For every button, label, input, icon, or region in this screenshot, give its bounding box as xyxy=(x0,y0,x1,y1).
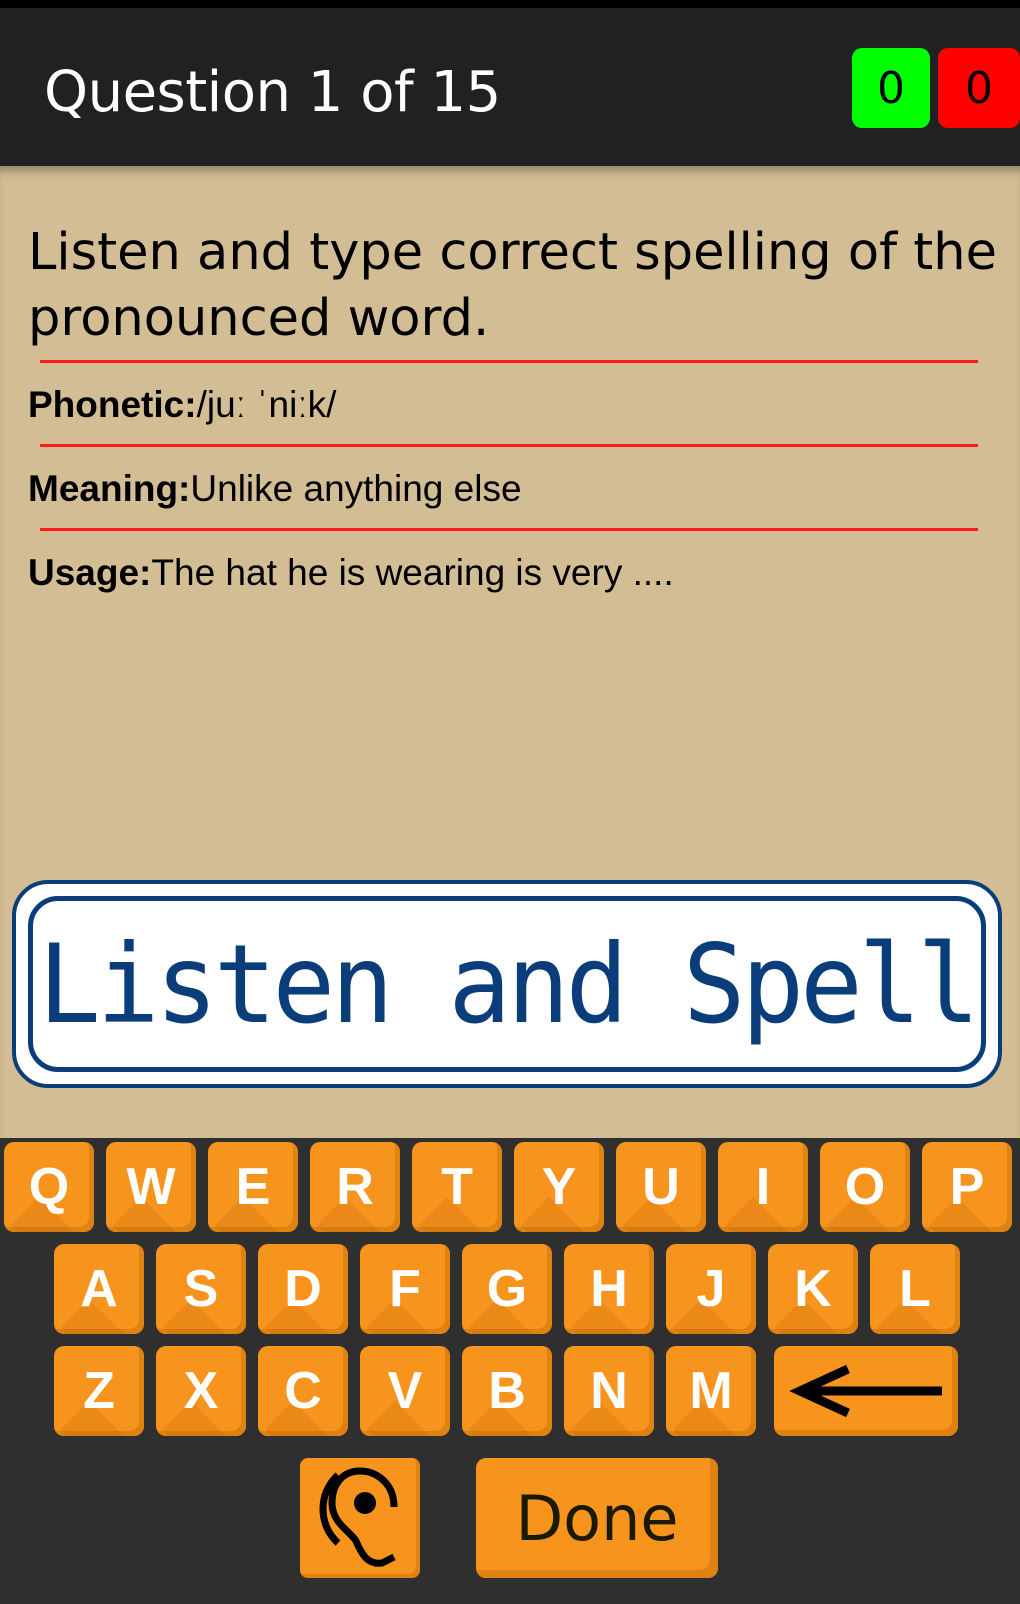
question-panel: Listen and type correct spelling of the … xyxy=(0,166,1020,1138)
key-label: K xyxy=(794,1260,832,1318)
left-arrow-icon xyxy=(789,1364,942,1418)
wrong-score-badge: 0 xyxy=(938,48,1020,128)
key-label: O xyxy=(844,1158,886,1216)
question-counter: Question 1 of 15 xyxy=(44,60,501,125)
key-k[interactable]: K xyxy=(768,1244,858,1334)
key-label: M xyxy=(689,1362,733,1420)
key-g[interactable]: G xyxy=(462,1244,552,1334)
key-n[interactable]: N xyxy=(564,1346,654,1436)
key-label: V xyxy=(387,1362,423,1420)
key-f[interactable]: F xyxy=(360,1244,450,1334)
divider xyxy=(40,444,978,447)
meaning-value: Unlike anything else xyxy=(190,468,522,509)
key-label: G xyxy=(486,1260,528,1318)
key-label: E xyxy=(235,1158,271,1216)
key-d[interactable]: D xyxy=(258,1244,348,1334)
key-t[interactable]: T xyxy=(412,1142,502,1232)
divider xyxy=(40,360,978,363)
phonetic-label: Phonetic: xyxy=(28,384,197,425)
key-label: F xyxy=(389,1260,421,1318)
key-a[interactable]: A xyxy=(54,1244,144,1334)
key-label: D xyxy=(284,1260,322,1318)
key-label: I xyxy=(755,1158,771,1216)
done-button[interactable]: Done xyxy=(476,1458,718,1578)
key-label: L xyxy=(899,1260,931,1318)
key-b[interactable]: B xyxy=(462,1346,552,1436)
key-label: X xyxy=(183,1362,219,1420)
key-h[interactable]: H xyxy=(564,1244,654,1334)
divider xyxy=(40,528,978,531)
key-v[interactable]: V xyxy=(360,1346,450,1436)
backspace-key[interactable] xyxy=(774,1346,958,1436)
key-label: S xyxy=(183,1260,219,1318)
key-r[interactable]: R xyxy=(310,1142,400,1232)
key-s[interactable]: S xyxy=(156,1244,246,1334)
ear-icon xyxy=(319,1467,398,1567)
key-y[interactable]: Y xyxy=(514,1142,604,1232)
key-c[interactable]: C xyxy=(258,1346,348,1436)
key-label: T xyxy=(441,1158,473,1216)
key-i[interactable]: I xyxy=(718,1142,808,1232)
correct-score-badge: 0 xyxy=(852,48,930,128)
key-label: Z xyxy=(83,1362,115,1420)
key-u[interactable]: U xyxy=(616,1142,706,1232)
key-label: R xyxy=(336,1158,374,1216)
listen-button[interactable] xyxy=(300,1458,420,1578)
usage-value: The hat he is wearing is very .... xyxy=(151,552,674,593)
key-l[interactable]: L xyxy=(870,1244,960,1334)
app-header: Question 1 of 15 0 0 xyxy=(0,8,1020,166)
banner-text: Listen and Spell xyxy=(38,919,980,1049)
key-label: B xyxy=(488,1362,526,1420)
key-w[interactable]: W xyxy=(106,1142,196,1232)
answer-display: Listen and Spell xyxy=(12,880,1002,1088)
status-bar xyxy=(0,0,1020,8)
key-label: N xyxy=(590,1362,628,1420)
key-x[interactable]: X xyxy=(156,1346,246,1436)
key-p[interactable]: P xyxy=(922,1142,1012,1232)
key-label: H xyxy=(590,1260,628,1318)
key-j[interactable]: J xyxy=(666,1244,756,1334)
phonetic-value: /juː ˈniːk/ xyxy=(196,384,337,425)
key-label: C xyxy=(284,1362,322,1420)
keyboard: QW E R T Y U I O P A S D F G H J K L Z X C V B N M Done xyxy=(0,1138,1020,1604)
usage-field: Usage:The hat he is wearing is very .... xyxy=(28,552,674,594)
key-label: Y xyxy=(541,1158,577,1216)
key-label: J xyxy=(696,1260,726,1318)
key-o[interactable]: O xyxy=(820,1142,910,1232)
key-z[interactable]: Z xyxy=(54,1346,144,1436)
key-label: W xyxy=(126,1158,176,1216)
key-q[interactable]: Q xyxy=(4,1142,94,1232)
phonetic-field: Phonetic:/juː ˈniːk/ xyxy=(28,384,336,426)
usage-label: Usage: xyxy=(28,552,152,593)
answer-display-inner: Listen and Spell xyxy=(28,896,986,1072)
key-label: P xyxy=(949,1158,985,1216)
meaning-field: Meaning:Unlike anything else xyxy=(28,468,522,510)
key-label: A xyxy=(80,1260,118,1318)
key-label: Q xyxy=(28,1158,70,1216)
key-m[interactable]: M xyxy=(666,1346,756,1436)
meaning-label: Meaning: xyxy=(28,468,191,509)
key-e[interactable]: E xyxy=(208,1142,298,1232)
question-instruction: Listen and type correct spelling of the … xyxy=(28,223,997,348)
key-label: U xyxy=(642,1158,680,1216)
